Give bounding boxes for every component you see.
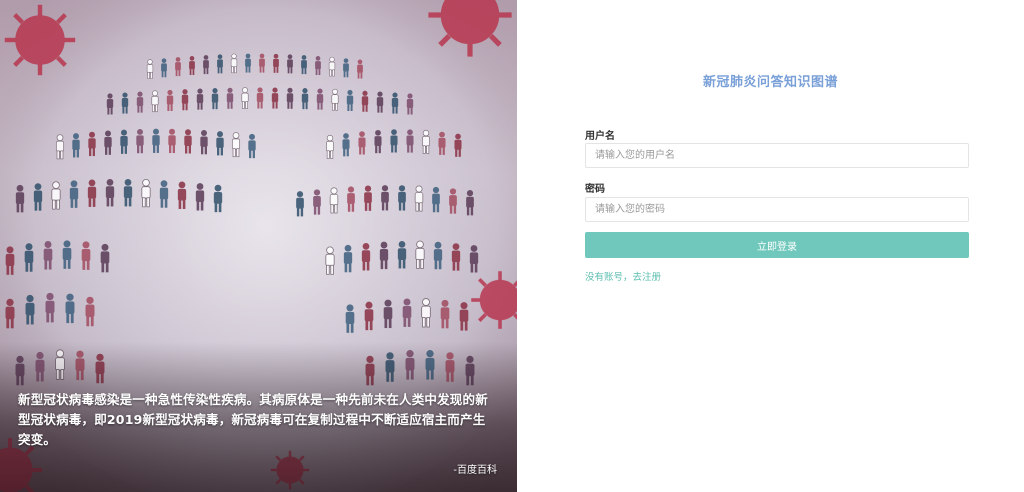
register-link[interactable]: 没有账号，去注册	[585, 269, 661, 283]
username-input[interactable]	[585, 143, 969, 168]
username-label: 用户名	[585, 131, 615, 142]
login-panel: 新冠肺炎问答知识图谱 用户名 密码 立即登录 没有账号，去注册	[517, 0, 1024, 492]
hero-panel: 新型冠状病毒感染是一种急性传染性疾病。其病原体是一种先前未在人类中发现的新型冠状…	[0, 0, 517, 492]
hero-caption: 新型冠状病毒感染是一种急性传染性疾病。其病原体是一种先前未在人类中发现的新型冠状…	[18, 392, 488, 447]
password-label: 密码	[585, 184, 605, 195]
login-button[interactable]: 立即登录	[585, 232, 969, 258]
page-title: 新冠肺炎问答知识图谱	[702, 75, 838, 90]
password-input[interactable]	[585, 197, 969, 222]
hero-source: -百度百科	[453, 465, 497, 476]
login-page: 新型冠状病毒感染是一种急性传染性疾病。其病原体是一种先前未在人类中发现的新型冠状…	[0, 0, 1024, 492]
